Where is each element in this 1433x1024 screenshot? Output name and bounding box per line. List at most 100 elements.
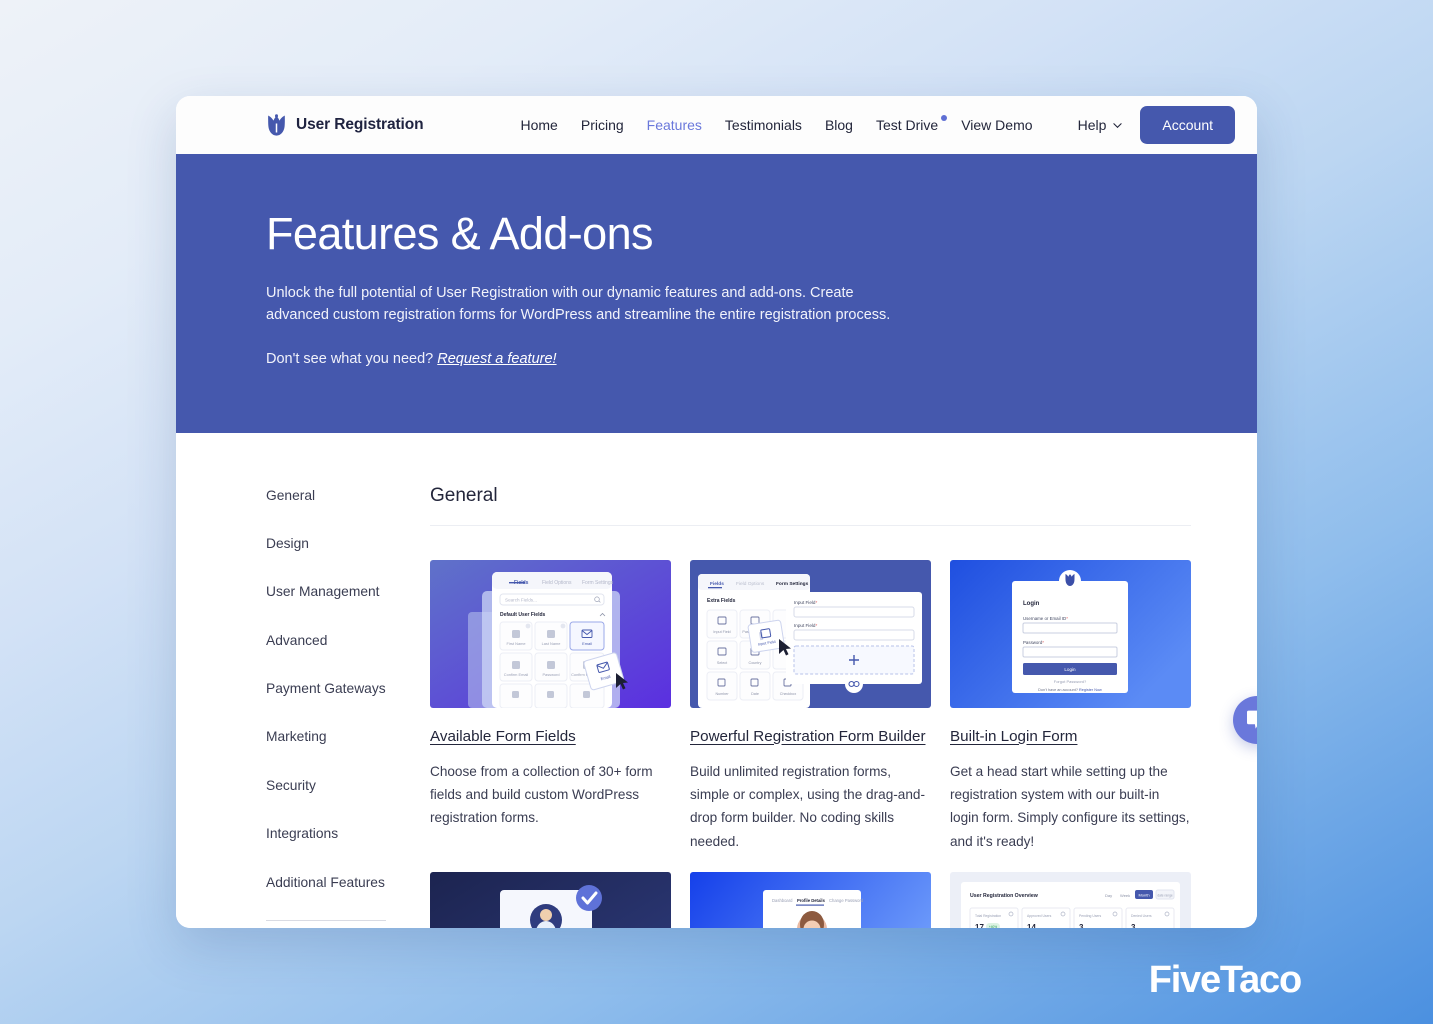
help-dropdown[interactable]: Help — [1078, 117, 1123, 133]
profile-approval-thumbnail[interactable]: John Doe @johndoe — [430, 872, 671, 928]
sidebar-item-marketing[interactable]: Marketing — [266, 726, 412, 747]
hero-description: Unlock the full potential of User Regist… — [266, 285, 891, 323]
svg-text:Don't have an account? Registe: Don't have an account? Register Now — [1038, 688, 1102, 692]
svg-text:Password*: Password* — [1023, 640, 1044, 645]
svg-text:17: 17 — [975, 923, 984, 928]
content-area: General Design User Management Advanced … — [176, 432, 1257, 928]
sidebar-item-user-management[interactable]: User Management — [266, 581, 412, 602]
svg-text:Default User Fields: Default User Fields — [500, 612, 546, 618]
svg-text:Confirm Email: Confirm Email — [504, 672, 529, 677]
feature-card-description: Choose from a collection of 30+ form fie… — [430, 763, 653, 826]
svg-text:Change Password: Change Password — [829, 898, 864, 903]
svg-text:Month: Month — [1138, 893, 1149, 898]
svg-text:Field Options: Field Options — [542, 580, 572, 586]
svg-text:Search Fields...: Search Fields... — [505, 597, 537, 602]
svg-text:Date: Date — [751, 692, 759, 696]
top-navigation-bar: User Registration Home Pricing Features … — [176, 96, 1257, 154]
nav-link-view-demo[interactable]: View Demo — [961, 117, 1032, 133]
svg-text:First Name: First Name — [506, 641, 525, 646]
svg-text:Fields: Fields — [710, 581, 724, 587]
section-divider — [430, 524, 1191, 526]
sidebar-item-payment-gateways[interactable]: Payment Gateways — [266, 678, 412, 699]
svg-text:3: 3 — [1079, 923, 1084, 928]
svg-text:Last Name: Last Name — [542, 641, 561, 646]
brand-name: User Registration — [296, 116, 424, 133]
chevron-down-icon — [1113, 121, 1123, 130]
svg-text:Total Registration: Total Registration — [975, 914, 1001, 918]
svg-text:Input Field: Input Field — [713, 630, 730, 634]
svg-text:Extra Fields: Extra Fields — [707, 598, 736, 604]
hero-cta-line: Don't see what you need? Request a featu… — [266, 349, 906, 370]
sidebar-item-advanced[interactable]: Advanced — [266, 630, 412, 651]
svg-text:Denied Users: Denied Users — [1131, 914, 1152, 918]
feature-card-description: Build unlimited registration forms, simp… — [690, 763, 925, 849]
nav-link-test-drive-label: Test Drive — [875, 117, 939, 133]
nav-links: Home Pricing Features Testimonials Blog … — [521, 115, 1033, 133]
new-badge-dot-icon — [941, 115, 948, 121]
nav-link-testimonials[interactable]: Testimonials — [725, 117, 802, 133]
sidebar-item-additional-features[interactable]: Additional Features — [266, 872, 412, 893]
svg-text:Username or Email ID*: Username or Email ID* — [1023, 616, 1068, 621]
nav-right-group: Help Account — [1078, 106, 1235, 144]
svg-text:Profile Details: Profile Details — [797, 898, 826, 903]
feature-card-grid: Fields Field Options Form Settings Searc… — [430, 559, 1191, 928]
svg-text:Week: Week — [1120, 893, 1130, 898]
nav-link-features[interactable]: Features — [647, 117, 702, 133]
svg-text:Login: Login — [1023, 601, 1040, 607]
feature-card: Fields Field Options Form Settings Extra… — [690, 559, 931, 854]
features-main: General Fields — [430, 485, 1257, 928]
page-title: Features & Add-ons — [266, 208, 654, 259]
feature-card-title[interactable]: Powerful Registration Form Builder — [690, 728, 926, 745]
svg-text:Dashboard: Dashboard — [772, 898, 793, 903]
svg-text:Number: Number — [715, 692, 729, 696]
svg-text:Input Field*: Input Field* — [794, 600, 817, 605]
form-fields-builder-thumbnail[interactable]: Fields Field Options Form Settings Searc… — [430, 559, 671, 708]
nav-link-test-drive[interactable]: Test Drive — [875, 115, 948, 133]
category-sidebar: General Design User Management Advanced … — [266, 485, 430, 928]
hero-cta-prefix: Don't see what you need? — [266, 351, 434, 368]
browser-window: User Registration Home Pricing Features … — [176, 96, 1257, 928]
sidebar-item-general[interactable]: General — [266, 485, 412, 506]
feature-card: Dashboard Profile Details Change Passwor… — [690, 872, 931, 928]
section-heading: General — [430, 484, 498, 506]
user-profile-dashboard-thumbnail[interactable]: Dashboard Profile Details Change Passwor… — [690, 872, 931, 928]
svg-text:Login: Login — [1064, 667, 1076, 672]
feature-card-title[interactable]: Built-in Login Form — [950, 728, 1077, 745]
svg-text:Country: Country — [749, 661, 762, 665]
login-form-thumbnail[interactable]: Login Username or Email ID* Password* Lo… — [950, 559, 1191, 708]
sidebar-item-integrations[interactable]: Integrations — [266, 823, 412, 844]
drag-drop-builder-thumbnail[interactable]: Fields Field Options Form Settings Extra… — [690, 559, 931, 708]
svg-text:Checkbox: Checkbox — [780, 692, 797, 696]
request-a-feature-link[interactable]: Request a feature! — [437, 351, 556, 367]
svg-text:+40%: +40% — [989, 925, 997, 928]
nav-link-blog[interactable]: Blog — [825, 117, 853, 133]
svg-text:Forgot Password?: Forgot Password? — [1054, 679, 1087, 684]
feature-card: Fields Field Options Form Settings Searc… — [430, 559, 671, 854]
svg-text:Approved Users: Approved Users — [1027, 914, 1052, 918]
svg-text:Pending Users: Pending Users — [1079, 914, 1102, 918]
chat-bubble-icon — [1246, 710, 1257, 730]
sidebar-item-security[interactable]: Security — [266, 775, 412, 796]
help-label: Help — [1077, 117, 1107, 133]
sidebar-divider — [266, 919, 386, 921]
svg-text:Form Settings: Form Settings — [582, 580, 614, 586]
feature-card: John Doe @johndoe — [430, 872, 671, 928]
brand-logo-link[interactable]: User Registration — [266, 113, 424, 137]
svg-text:Input Field*: Input Field* — [794, 623, 817, 628]
registration-overview-thumbnail[interactable]: User Registration Overview Day Week Mont… — [950, 872, 1191, 928]
svg-text:Form Settings: Form Settings — [776, 581, 809, 587]
svg-text:Password: Password — [542, 672, 559, 677]
fivetaco-watermark: FiveTaco — [1148, 959, 1303, 1001]
tulip-logo-icon — [266, 113, 287, 137]
svg-text:Email: Email — [582, 641, 592, 646]
nav-link-home[interactable]: Home — [521, 117, 558, 133]
nav-link-pricing[interactable]: Pricing — [581, 117, 624, 133]
svg-text:User Registration Overview: User Registration Overview — [970, 893, 1039, 899]
feature-card-description: Get a head start while setting up the re… — [950, 763, 1190, 849]
account-button[interactable]: Account — [1140, 106, 1235, 144]
feature-card-title[interactable]: Available Form Fields — [430, 728, 576, 745]
svg-text:14: 14 — [1027, 923, 1036, 928]
feature-card: Login Username or Email ID* Password* Lo… — [950, 559, 1191, 854]
sidebar-item-design[interactable]: Design — [266, 533, 412, 554]
svg-text:3: 3 — [1131, 923, 1136, 928]
